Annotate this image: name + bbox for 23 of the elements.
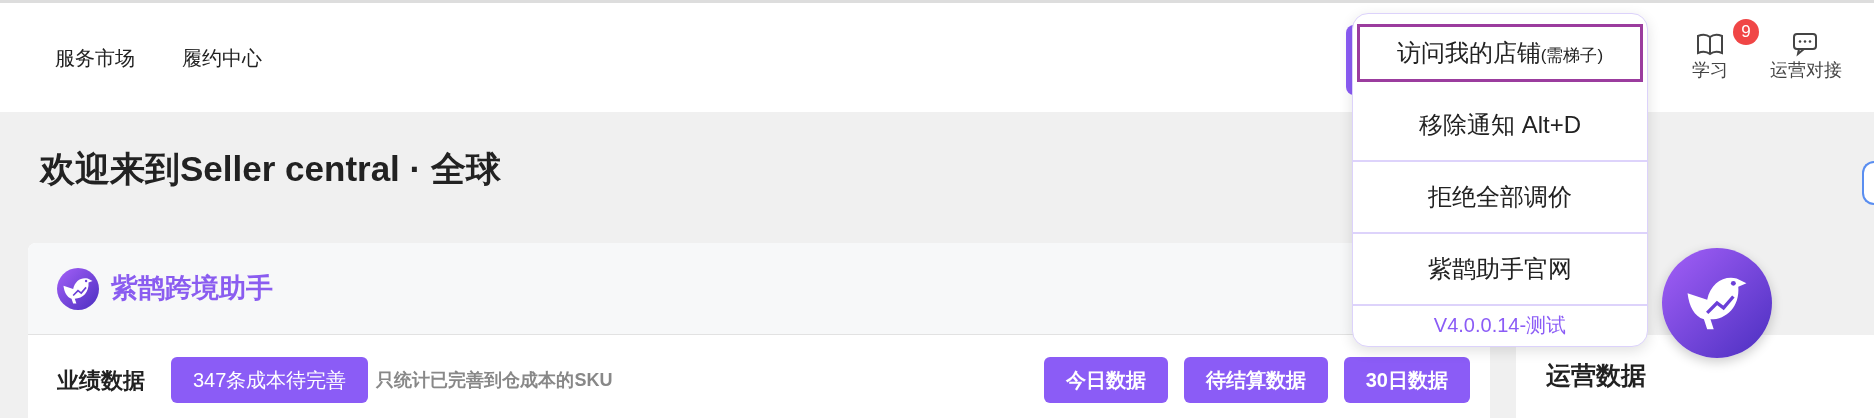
book-icon <box>1695 31 1725 57</box>
logo-icon <box>57 267 99 310</box>
section-title: 业绩数据 <box>57 366 145 395</box>
range-button[interactable]: 今日数据 <box>1043 357 1168 403</box>
side-card-title: 运营数据 <box>1546 361 1646 389</box>
header-action[interactable]: 运营对接 <box>1770 31 1842 84</box>
page-title: 欢迎来到Seller central · 全球 <box>38 148 501 190</box>
menu-item[interactable]: 访问我的店铺(需梯子) <box>1357 24 1643 82</box>
menu-item[interactable]: 移除通知 Alt+D <box>1353 90 1647 162</box>
menu-item[interactable]: 拒绝全部调价 <box>1353 162 1647 234</box>
nav-link[interactable]: 服务市场 <box>55 42 135 73</box>
cost-button[interactable]: 347条成本待完善 <box>171 357 369 403</box>
assistant-button[interactable] <box>1662 248 1772 358</box>
hint-text: 只统计已完善到仓成本的SKU <box>376 368 613 392</box>
version-text: V4.0.0.14-测试 <box>1432 313 1568 338</box>
nav-link[interactable]: 履约中心 <box>182 42 262 73</box>
circle-button[interactable] <box>1862 161 1874 205</box>
count-badge: 9 <box>1733 19 1759 45</box>
menu-item[interactable]: 紫鹊助手官网 <box>1353 234 1647 306</box>
card-title: 紫鹊跨境助手 <box>111 272 273 306</box>
header-action[interactable]: 学习 <box>1688 31 1732 84</box>
range-button[interactable]: 30日数据 <box>1343 357 1470 403</box>
range-button[interactable]: 待结算数据 <box>1183 357 1328 403</box>
